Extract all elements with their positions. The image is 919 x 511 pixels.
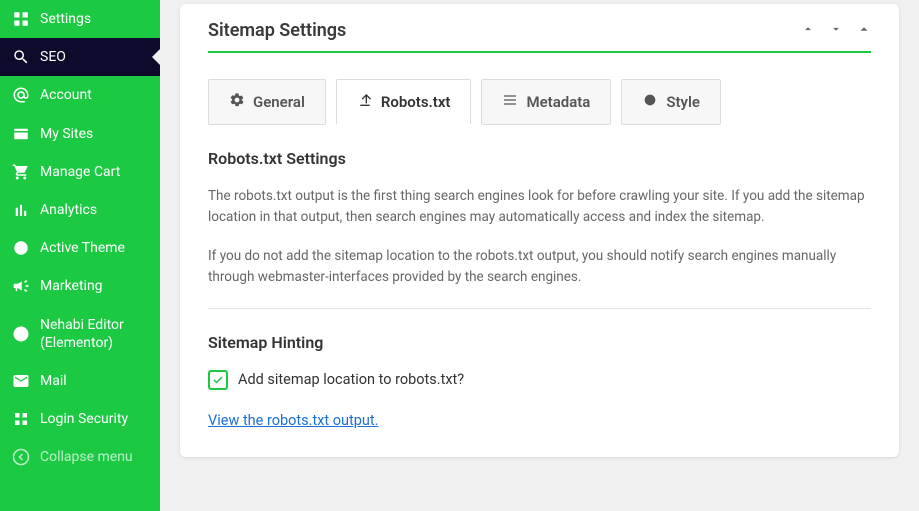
panel-controls [801, 21, 871, 40]
sidebar-item-marketing[interactable]: Marketing [0, 267, 160, 305]
tab-style[interactable]: Style [621, 79, 721, 125]
gear-icon [229, 92, 245, 112]
list-icon [502, 92, 518, 112]
shield-icon [12, 410, 30, 428]
checkbox-add-sitemap[interactable] [208, 370, 228, 390]
tab-metadata[interactable]: Metadata [481, 79, 611, 125]
sidebar-item-mail[interactable]: Mail [0, 362, 160, 400]
sidebar-item-label: Collapse menu [40, 448, 133, 466]
section-title-hinting: Sitemap Hinting [208, 333, 871, 352]
divider [208, 308, 871, 309]
sidebar-item-account[interactable]: Account [0, 76, 160, 114]
chevron-down-icon[interactable] [829, 21, 843, 40]
editor-icon [12, 325, 30, 343]
export-icon [357, 92, 373, 112]
chart-icon [12, 201, 30, 219]
theme-icon [12, 239, 30, 257]
tab-label: Robots.txt [381, 93, 451, 111]
caret-up-icon[interactable] [857, 21, 871, 40]
cart-icon [12, 163, 30, 181]
megaphone-icon [12, 277, 30, 295]
sidebar-item-settings[interactable]: Settings [0, 0, 160, 38]
sidebar-item-analytics[interactable]: Analytics [0, 191, 160, 229]
panel-title: Sitemap Settings [208, 20, 346, 41]
sidebar-item-nehabi-editor[interactable]: Nehabi Editor (Elementor) [0, 306, 160, 362]
settings-icon [12, 10, 30, 28]
sidebar-item-manage-cart[interactable]: Manage Cart [0, 153, 160, 191]
sidebar-item-label: SEO [40, 48, 66, 66]
check-icon [212, 374, 224, 386]
tab-label: Style [666, 93, 700, 111]
sidebar-item-label: My Sites [40, 125, 93, 143]
sidebar-item-label: Settings [40, 10, 91, 28]
sidebar-item-label: Login Security [40, 410, 128, 428]
section-text: If you do not add the sitemap location t… [208, 246, 871, 288]
at-icon [12, 86, 30, 104]
mail-icon [12, 372, 30, 390]
tab-label: General [253, 93, 305, 111]
sidebar-item-my-sites[interactable]: My Sites [0, 115, 160, 153]
sidebar-item-label: Account [40, 86, 92, 104]
sidebar-item-login-security[interactable]: Login Security [0, 400, 160, 438]
panel-header: Sitemap Settings [208, 20, 871, 53]
collapse-icon [12, 448, 30, 466]
link-view-robots[interactable]: View the robots.txt output. [208, 412, 378, 429]
browser-icon [12, 125, 30, 143]
sidebar-item-label: Analytics [40, 201, 97, 219]
sidebar-item-label: Nehabi Editor (Elementor) [40, 316, 148, 352]
checkbox-label: Add sitemap location to robots.txt? [238, 371, 464, 388]
sidebar: Settings SEO Account My Sites Manage Car… [0, 0, 160, 511]
sidebar-item-label: Mail [40, 372, 67, 390]
sidebar-item-label: Manage Cart [40, 163, 120, 181]
chevron-up-icon[interactable] [801, 21, 815, 40]
section-title-robots: Robots.txt Settings [208, 149, 871, 168]
style-icon [642, 92, 658, 112]
tab-robots[interactable]: Robots.txt [336, 79, 472, 125]
main-content: Sitemap Settings General Robots.txt [160, 0, 919, 511]
sidebar-item-active-theme[interactable]: Active Theme [0, 229, 160, 267]
sidebar-item-label: Marketing [40, 277, 103, 295]
tabs: General Robots.txt Metadata Style [208, 79, 871, 125]
sidebar-item-seo[interactable]: SEO [0, 38, 160, 76]
sidebar-item-label: Active Theme [40, 239, 125, 257]
sidebar-item-collapse[interactable]: Collapse menu [0, 438, 160, 476]
tab-general[interactable]: General [208, 79, 326, 125]
panel-sitemap-settings: Sitemap Settings General Robots.txt [180, 4, 899, 457]
checkbox-row: Add sitemap location to robots.txt? [208, 370, 871, 390]
search-icon [12, 48, 30, 66]
section-text: The robots.txt output is the first thing… [208, 186, 871, 228]
tab-label: Metadata [526, 93, 590, 111]
